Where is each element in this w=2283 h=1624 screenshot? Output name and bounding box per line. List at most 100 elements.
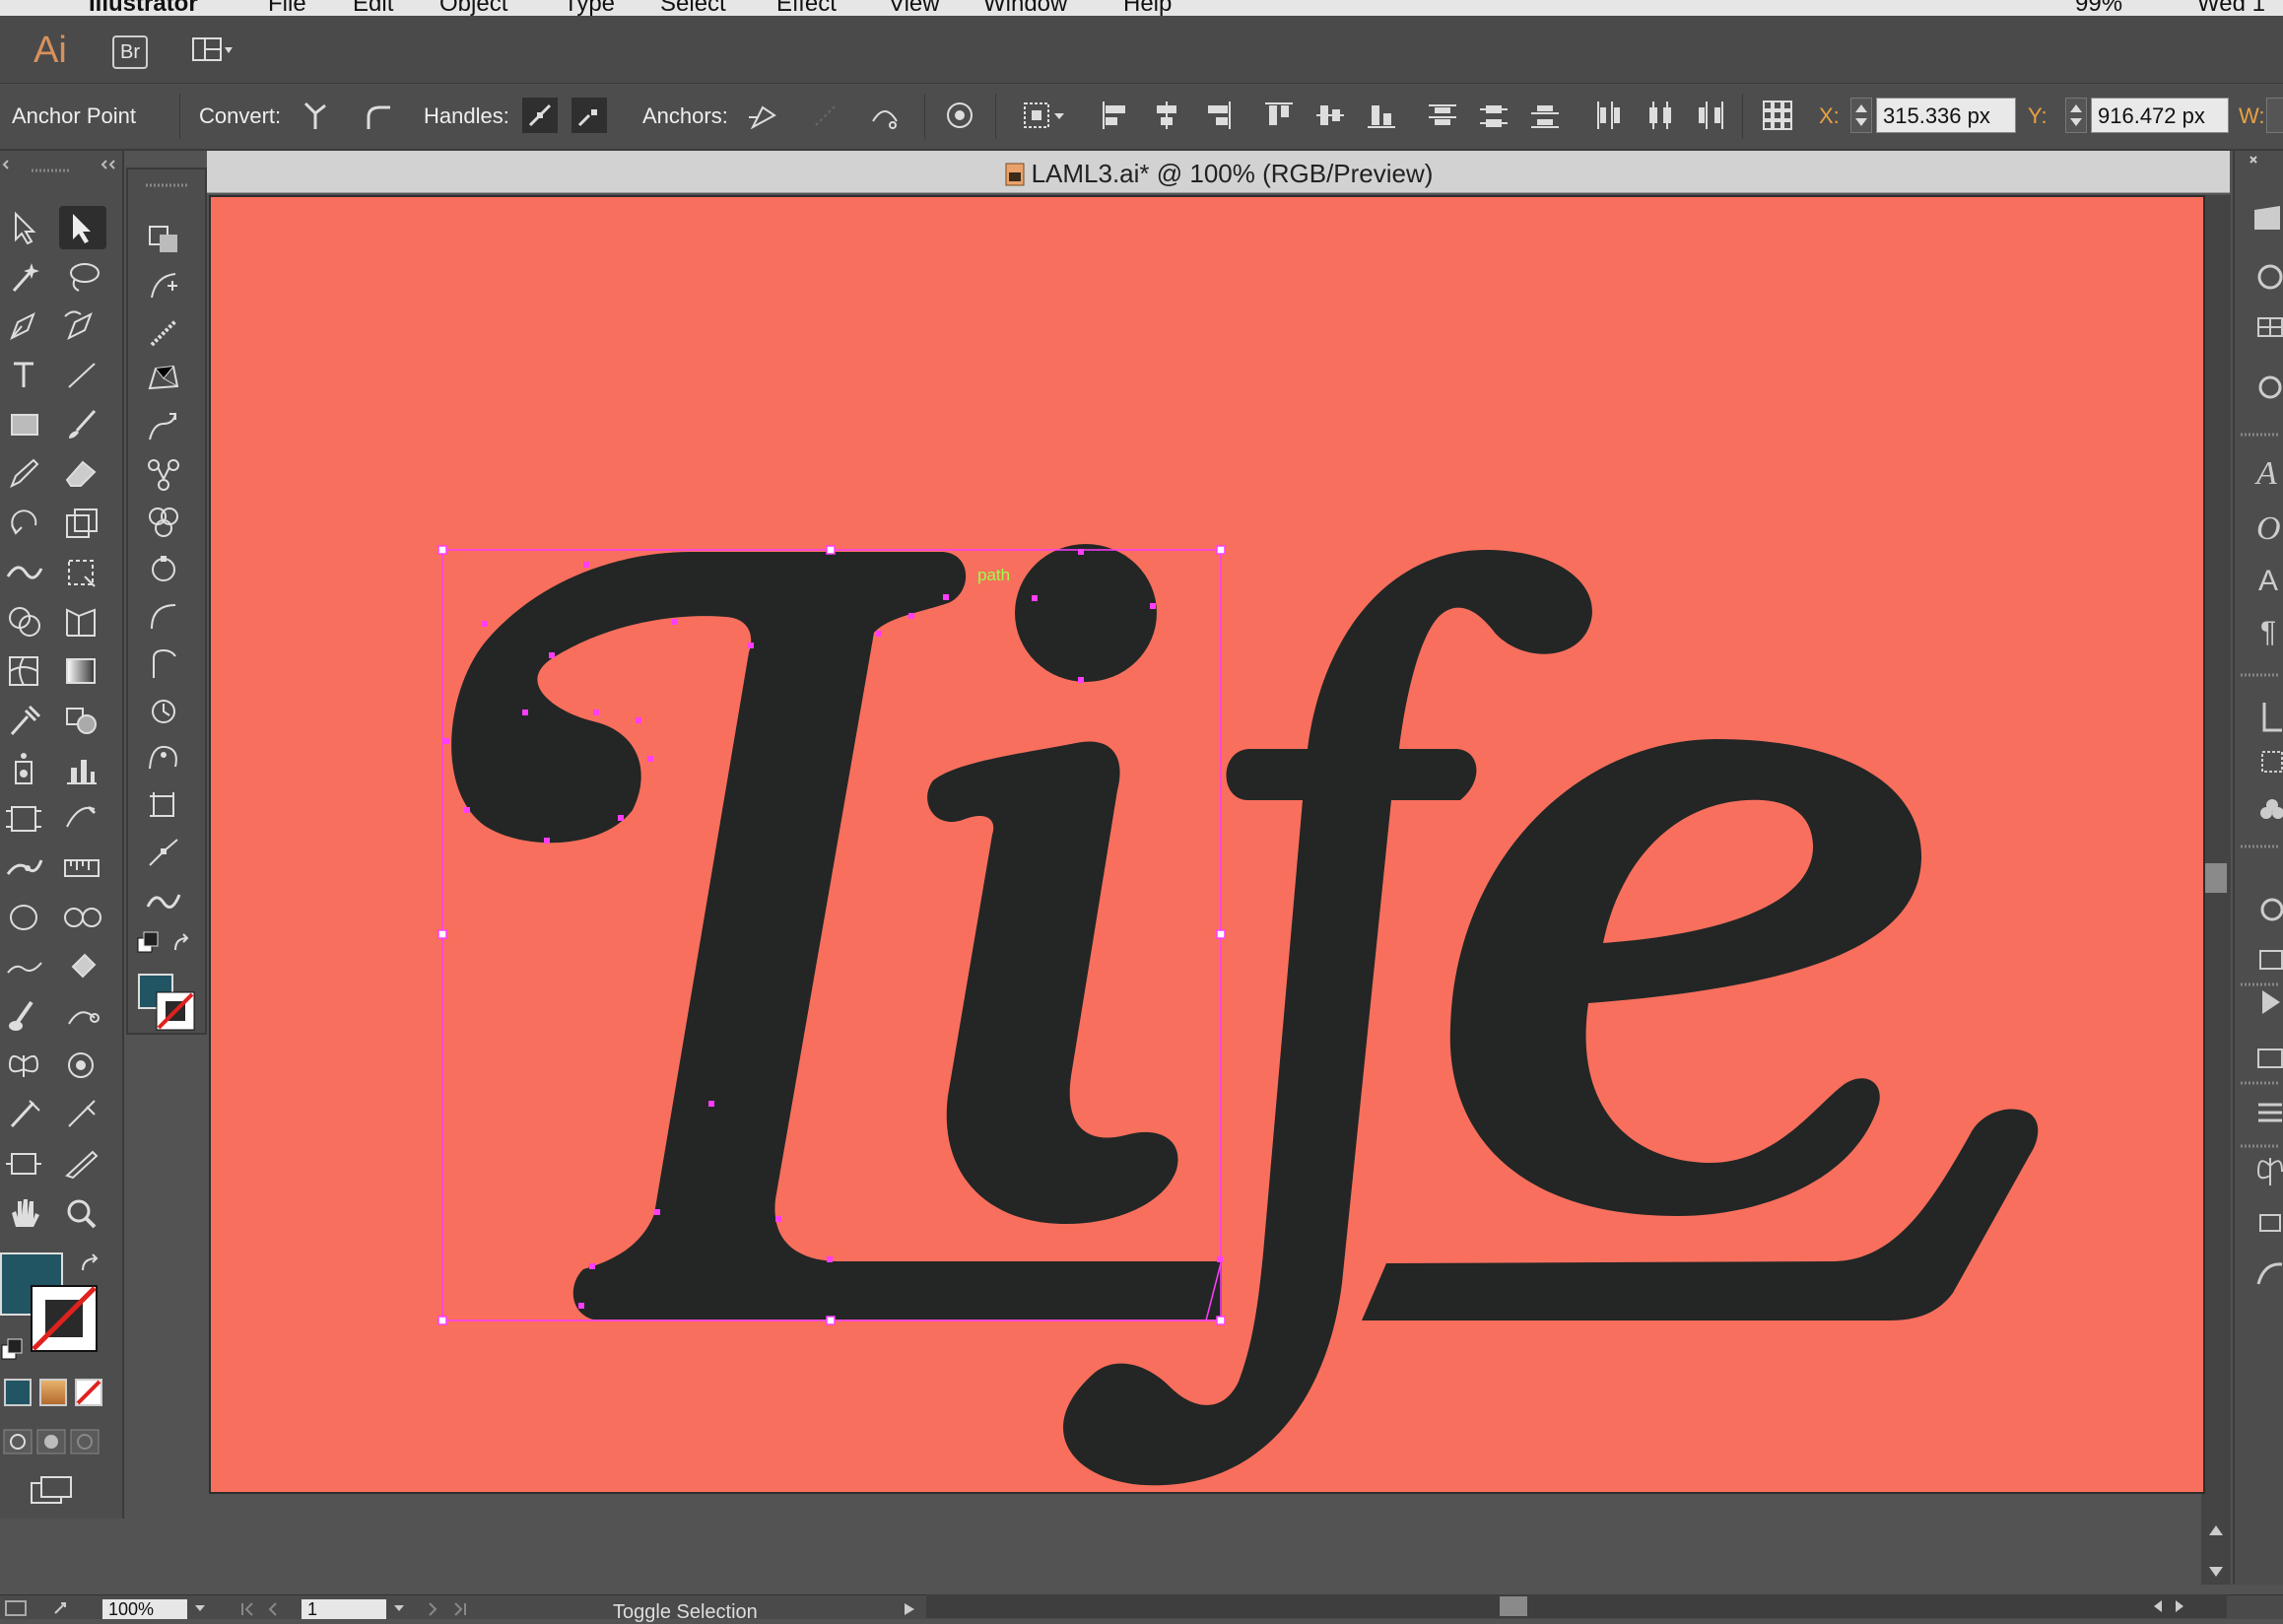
align-hcenter-icon[interactable] (1149, 98, 1184, 133)
battery-indicator[interactable]: 99% (2075, 0, 2122, 16)
menu-file[interactable]: File (268, 0, 306, 16)
horizontal-scrollbar[interactable] (926, 1594, 2227, 1618)
bridge-button[interactable]: Br (112, 35, 148, 69)
document-tab[interactable]: LAML3.ai* @ 100% (RGB/Preview) (207, 151, 2230, 193)
menu-effect[interactable]: Effect (776, 0, 837, 16)
menu-select[interactable]: Select (660, 0, 726, 16)
eyedropper-tool[interactable] (2, 699, 49, 742)
swap-fill-stroke-icon[interactable] (77, 1251, 106, 1280)
menu-object[interactable]: Object (439, 0, 507, 16)
distribute-vcenter-icon[interactable] (1476, 98, 1511, 133)
arrange-documents-button[interactable] (191, 35, 236, 65)
letter-i[interactable] (927, 544, 1178, 1224)
lasso-selection-tool[interactable] (142, 737, 189, 780)
vertical-scroll-thumb[interactable] (2205, 863, 2227, 893)
hide-handles-icon[interactable] (571, 98, 607, 133)
brushes-icon[interactable] (2258, 375, 2282, 399)
transform-reference-point-icon[interactable] (1760, 98, 1795, 133)
y-coordinate-field[interactable]: 916.472 px (2091, 98, 2229, 133)
ellipse-tool[interactable] (2, 896, 49, 939)
distribute-hcenter-icon[interactable] (1642, 98, 1677, 133)
menu-help[interactable]: Help (1123, 0, 1172, 16)
screen-mode-icon[interactable] (28, 1471, 75, 1511)
horizontal-scroll-thumb[interactable] (1500, 1596, 1527, 1616)
add-anchor-point-tool[interactable] (142, 264, 189, 307)
magic-wand-tool[interactable] (2, 255, 49, 299)
glyphs-icon[interactable]: A (2258, 565, 2278, 597)
hand-tool[interactable] (2, 1191, 49, 1235)
menu-type[interactable]: Type (564, 0, 615, 16)
width-warp-tool[interactable] (142, 879, 189, 922)
butterfly-panel-icon[interactable] (2256, 1158, 2283, 1185)
club-symbol-icon[interactable] (2260, 799, 2283, 819)
align-vcenter-icon[interactable] (1312, 98, 1348, 133)
menu-view[interactable]: View (889, 0, 940, 16)
status-nav-icons[interactable] (2, 1597, 101, 1619)
mini-stroke-swatch[interactable] (156, 991, 195, 1031)
paragraph-icon[interactable]: ¶ (2260, 616, 2276, 648)
symbol-shifter-tool[interactable] (2, 1044, 49, 1087)
show-handles-icon[interactable] (522, 98, 558, 133)
width-tool[interactable] (2, 551, 49, 594)
clock[interactable]: Wed 1 (2197, 0, 2265, 16)
x-coordinate-field[interactable]: 315.336 px (1876, 98, 2016, 133)
curvature-tool[interactable] (59, 304, 106, 348)
graphic-styles-icon[interactable] (2259, 950, 2283, 970)
artboard[interactable]: path (209, 195, 2205, 1494)
align-right-icon[interactable] (1200, 98, 1236, 133)
distribute-left-icon[interactable] (1590, 98, 1626, 133)
twirl-tool[interactable] (142, 406, 189, 449)
arc-tool[interactable] (142, 595, 189, 639)
stroke-none-swatch[interactable] (30, 1284, 101, 1355)
opentype-icon[interactable]: O (2256, 510, 2281, 547)
isolate-path-icon[interactable] (942, 98, 977, 133)
ruler-tool[interactable] (59, 846, 106, 890)
envelope-distort-tool[interactable] (142, 359, 189, 402)
anchor-point-tool[interactable] (59, 994, 106, 1038)
live-paint-selection-tool[interactable] (142, 217, 189, 260)
measure-tool[interactable] (59, 1093, 106, 1136)
slice-tool[interactable] (59, 797, 106, 841)
blend-tool[interactable] (59, 699, 106, 742)
spiral-tool[interactable] (142, 643, 189, 686)
appearance-icon[interactable] (2260, 898, 2283, 921)
artboard-number-field[interactable]: 1 (302, 1599, 386, 1619)
convert-to-smooth-icon[interactable] (359, 98, 394, 133)
reshape-tool[interactable] (142, 832, 189, 875)
rotate-view-tool[interactable] (142, 690, 189, 733)
pathfinder-tool[interactable] (142, 501, 189, 544)
color-mode-button[interactable] (4, 1379, 32, 1406)
w-stepper[interactable] (2266, 98, 2283, 133)
navigator-icon[interactable] (2254, 206, 2280, 230)
blend-steps-tool[interactable] (142, 453, 189, 497)
flare-tool[interactable] (59, 1044, 106, 1087)
perspective-grid-tool[interactable] (59, 600, 106, 643)
pencil-tool[interactable] (2, 452, 49, 496)
actions-play-icon[interactable] (2262, 990, 2280, 1014)
scale-tool[interactable] (59, 502, 106, 545)
zoom-level-field[interactable]: 100% (102, 1599, 187, 1619)
artboards-panel-icon[interactable] (2259, 1214, 2281, 1232)
remove-anchor-icon[interactable] (745, 98, 780, 133)
gradient-mode-button[interactable] (39, 1379, 67, 1406)
column-graph-tool[interactable] (59, 748, 106, 791)
cut-path-icon[interactable] (867, 98, 903, 133)
symbol-sprayer-tool[interactable] (2, 748, 49, 791)
menu-lines-icon[interactable] (2258, 1103, 2282, 1122)
menu-app-name[interactable]: Illustrator (89, 0, 198, 16)
connect-anchors-icon[interactable] (808, 98, 843, 133)
x-stepper[interactable] (1850, 98, 1872, 133)
artboard-dropdown-and-next-icons[interactable] (390, 1601, 499, 1617)
y-stepper[interactable] (2065, 98, 2087, 133)
artboard-tool[interactable] (2, 797, 49, 841)
eraser-tool[interactable] (59, 452, 106, 496)
symbols-icon[interactable] (2262, 703, 2282, 732)
align-bottom-icon[interactable] (1364, 98, 1399, 133)
convert-to-corner-icon[interactable] (298, 98, 333, 133)
mesh-tool[interactable] (2, 649, 49, 693)
layers-icon[interactable] (2257, 1049, 2283, 1068)
pen-tool[interactable] (2, 304, 49, 348)
status-menu-arrow-icon[interactable] (901, 1601, 920, 1617)
puppet-warp-tool[interactable] (2, 846, 49, 890)
distribute-bottom-icon[interactable] (1527, 98, 1563, 133)
